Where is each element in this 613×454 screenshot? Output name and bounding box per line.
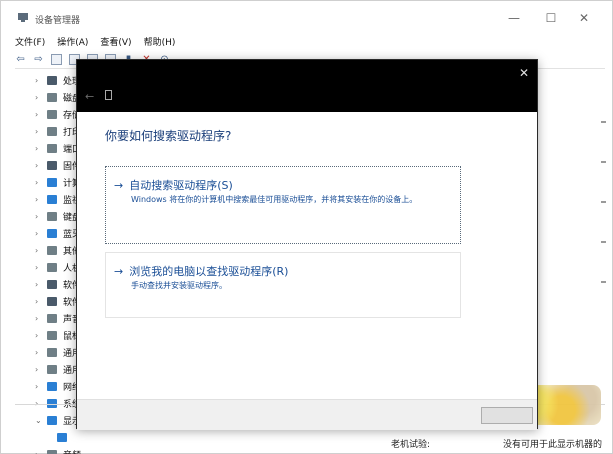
dialog-close-button[interactable]: ✕ <box>519 66 529 80</box>
option-title: → 浏览我的电脑以查找驱动程序(R) <box>114 263 288 279</box>
bluetooth-icon <box>47 229 57 238</box>
menu-action[interactable]: 操作(A) <box>57 35 88 49</box>
menu-help[interactable]: 帮助(H) <box>144 35 176 49</box>
mouse-icon <box>47 331 57 340</box>
audio-icon <box>47 450 57 454</box>
chevron-right-icon[interactable]: › <box>35 331 41 340</box>
chevron-right-icon[interactable]: › <box>35 144 41 153</box>
port-icon <box>47 144 57 153</box>
auto-search-label: 自动搜索驱动程序(S) <box>129 179 233 192</box>
dialog-header: ← ✕ <box>77 60 537 112</box>
tree-item-label: 音频 <box>63 448 81 454</box>
chevron-right-icon[interactable]: › <box>35 450 41 454</box>
title-bar: 设备管理器 — ☐ ✕ <box>1 1 612 31</box>
option-title: → 自动搜索驱动程序(S) <box>114 177 233 193</box>
menu-view[interactable]: 查看(V) <box>100 35 131 49</box>
auto-search-option[interactable]: → 自动搜索驱动程序(S) Windows 将在你的计算机中搜索最佳可用驱动程序，… <box>105 166 461 244</box>
menu-file[interactable]: 文件(F) <box>15 35 45 49</box>
software-icon <box>47 280 57 289</box>
close-button[interactable]: ✕ <box>569 9 599 27</box>
window-title: 设备管理器 <box>35 16 81 26</box>
disk-icon <box>47 93 57 102</box>
usb-icon <box>47 365 57 374</box>
chevron-right-icon[interactable]: › <box>35 127 41 136</box>
chevron-right-icon[interactable]: › <box>35 195 41 204</box>
device-icon <box>105 90 112 100</box>
display-icon <box>47 416 57 425</box>
back-arrow-icon[interactable]: ← <box>85 90 94 103</box>
cpu-icon <box>47 76 57 85</box>
network-icon <box>47 382 57 391</box>
printer-icon <box>47 127 57 136</box>
chevron-right-icon[interactable]: › <box>35 297 41 306</box>
device-manager-icon <box>18 13 28 22</box>
dialog-footer <box>77 399 537 430</box>
sound-icon <box>47 314 57 323</box>
update-driver-dialog: ← ✕ 你要如何搜索驱动程序? → 自动搜索驱动程序(S) Windows 将在你… <box>76 59 538 430</box>
browse-description: 手动查找并安装驱动程序。 <box>131 281 227 290</box>
chevron-right-icon[interactable]: › <box>35 110 41 119</box>
monitor-icon <box>47 195 57 204</box>
status-text-left: 老机试验: <box>391 440 431 450</box>
keyboard-icon <box>47 212 57 221</box>
chevron-down-icon[interactable]: ⌄ <box>35 416 42 425</box>
arrow-right-icon: → <box>114 179 124 192</box>
chevron-right-icon[interactable]: › <box>35 246 41 255</box>
tree-subitem[interactable] <box>35 429 95 446</box>
unknown-device-icon <box>47 246 57 255</box>
firmware-icon <box>47 161 57 170</box>
display-adapter-icon <box>57 433 67 442</box>
auto-search-description: Windows 将在你的计算机中搜索最佳可用驱动程序，并将其安装在你的设备上。 <box>131 195 418 204</box>
chevron-right-icon[interactable]: › <box>35 348 41 357</box>
status-bar: 老机试验: 没有可用于此显示机器的 <box>391 437 602 450</box>
arrow-right-icon: → <box>114 265 124 278</box>
properties-icon[interactable] <box>51 53 62 65</box>
browse-computer-option[interactable]: → 浏览我的电脑以查找驱动程序(R) 手动查找并安装驱动程序。 <box>105 252 461 318</box>
cancel-button[interactable] <box>481 407 533 424</box>
software-icon <box>47 297 57 306</box>
usb-icon <box>47 348 57 357</box>
dialog-heading: 你要如何搜索驱动程序? <box>105 129 232 143</box>
browse-label: 浏览我的电脑以查找驱动程序(R) <box>129 265 289 278</box>
chevron-right-icon[interactable]: › <box>35 229 41 238</box>
chevron-right-icon[interactable]: › <box>35 212 41 221</box>
chevron-right-icon[interactable]: › <box>35 263 41 272</box>
back-arrow-icon[interactable]: ⇦ <box>15 54 26 65</box>
chevron-right-icon[interactable]: › <box>35 382 41 391</box>
chevron-right-icon[interactable]: › <box>35 76 41 85</box>
computer-icon <box>47 178 57 187</box>
minimize-button[interactable]: — <box>499 9 529 27</box>
maximize-button[interactable]: ☐ <box>536 9 566 27</box>
chevron-right-icon[interactable]: › <box>35 93 41 102</box>
tree-item[interactable]: › 音频 <box>35 446 95 454</box>
chevron-right-icon[interactable]: › <box>35 314 41 323</box>
chevron-right-icon[interactable]: › <box>35 280 41 289</box>
chevron-right-icon[interactable]: › <box>35 365 41 374</box>
scrollbar[interactable] <box>601 121 607 381</box>
chevron-right-icon[interactable]: › <box>35 178 41 187</box>
forward-arrow-icon[interactable]: ⇨ <box>33 54 44 65</box>
status-text-right: 没有可用于此显示机器的 <box>503 440 603 450</box>
storage-icon <box>47 110 57 119</box>
menu-bar: 文件(F) 操作(A) 查看(V) 帮助(H) <box>15 35 175 49</box>
chevron-right-icon[interactable]: › <box>35 161 41 170</box>
hid-icon <box>47 263 57 272</box>
